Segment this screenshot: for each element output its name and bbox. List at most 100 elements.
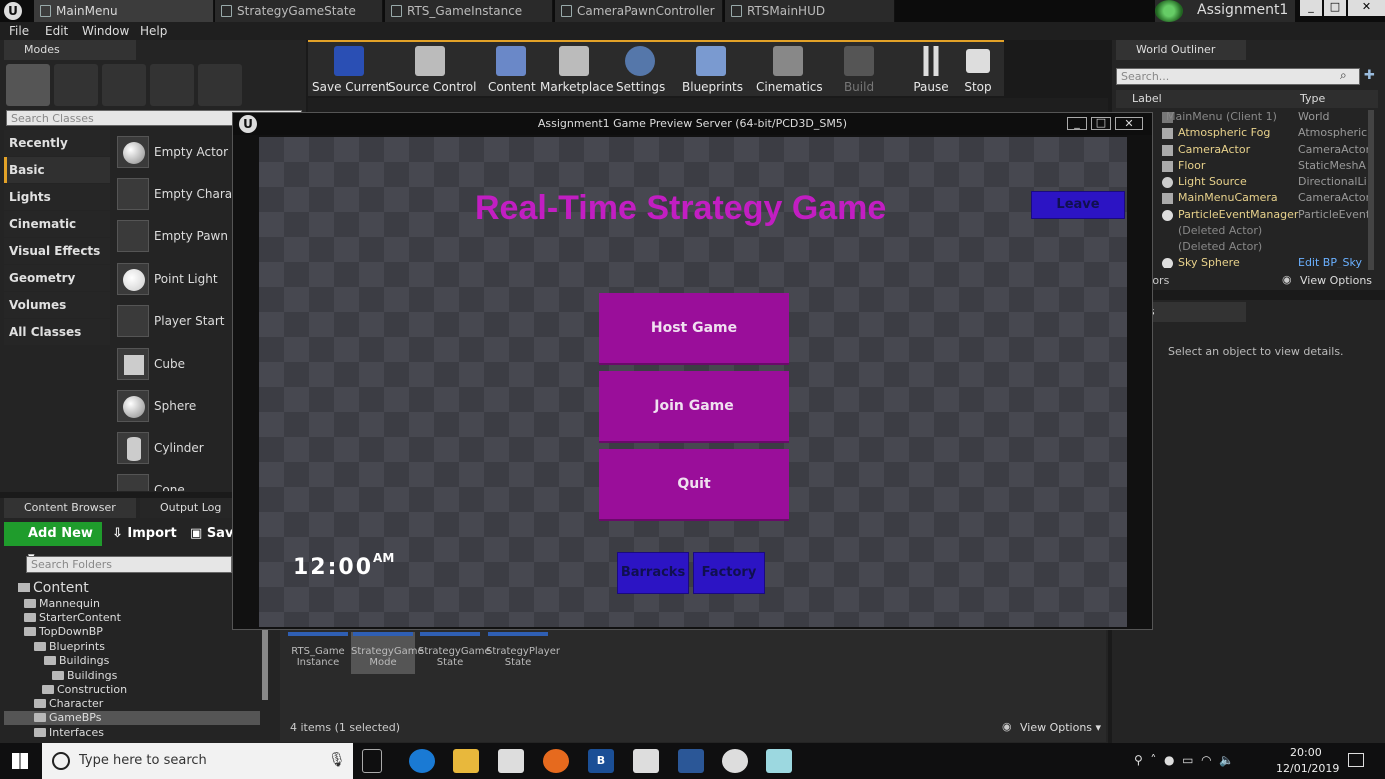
folder-item[interactable]: TopDownBP bbox=[24, 625, 103, 639]
quit-button[interactable]: Quit bbox=[599, 449, 789, 521]
place-item-sphere[interactable]: Sphere bbox=[114, 387, 232, 427]
place-item-cube[interactable]: Cube bbox=[114, 345, 232, 385]
taskbar-date[interactable]: 12/01/2019 bbox=[1276, 762, 1339, 775]
barracks-button[interactable]: Barracks bbox=[617, 552, 689, 594]
content-view-options[interactable]: View Options ▾ bbox=[1020, 721, 1101, 734]
join-game-button[interactable]: Join Game bbox=[599, 371, 789, 443]
foliage-mode-icon[interactable] bbox=[150, 64, 194, 106]
game-maximize-button[interactable]: □ bbox=[1091, 117, 1111, 130]
menu-help[interactable]: Help bbox=[140, 24, 167, 38]
save-current-button[interactable]: Save Current bbox=[312, 42, 390, 94]
menu-edit[interactable]: Edit bbox=[45, 24, 68, 38]
add-actor-icon[interactable]: ✚ bbox=[1364, 68, 1375, 83]
save-all-button[interactable]: ▣ Save bbox=[190, 526, 232, 541]
doc-tab-camerapawncontroller[interactable]: CameraPawnController bbox=[555, 0, 723, 22]
category-visual-effects[interactable]: Visual Effects bbox=[4, 238, 110, 264]
content-root[interactable]: Content bbox=[18, 580, 89, 596]
category-all-classes[interactable]: All Classes bbox=[4, 319, 110, 345]
category-recently-placed[interactable]: Recently Placed bbox=[4, 130, 110, 176]
tab-content-browser[interactable]: Content Browser bbox=[4, 498, 136, 518]
place-item-cone[interactable]: Cone bbox=[114, 471, 232, 491]
place-mode-icon[interactable] bbox=[6, 64, 50, 106]
doc-tab-strategygamestate[interactable]: StrategyGameState bbox=[215, 0, 383, 22]
edge-icon[interactable] bbox=[409, 749, 435, 773]
unreal-logo-icon[interactable]: U bbox=[4, 2, 22, 20]
folder-item[interactable]: StarterContent bbox=[24, 611, 121, 625]
asset-tile-selected[interactable]: StrategyGame Mode bbox=[351, 632, 424, 674]
store-icon[interactable] bbox=[498, 749, 524, 773]
unreal-taskbar-icon[interactable] bbox=[722, 749, 748, 773]
outliner-view-options[interactable]: View Options bbox=[1300, 274, 1372, 287]
tab-world-outliner[interactable]: World Outliner bbox=[1116, 40, 1246, 60]
folder-item[interactable]: Character bbox=[34, 697, 103, 711]
geometry-mode-icon[interactable] bbox=[198, 64, 242, 106]
category-geometry[interactable]: Geometry bbox=[4, 265, 110, 291]
category-cinematic[interactable]: Cinematic bbox=[4, 211, 110, 237]
settings-button[interactable]: Settings bbox=[616, 42, 665, 94]
folder-item[interactable]: Construction bbox=[42, 683, 127, 697]
folder-item[interactable]: Interfaces bbox=[34, 726, 104, 740]
outliner-row[interactable]: Sky Sphere Edit BP_Sky bbox=[1158, 256, 1368, 268]
folder-item[interactable]: Buildings bbox=[44, 654, 109, 668]
menu-file[interactable]: File bbox=[9, 24, 29, 38]
minimize-button[interactable]: _ bbox=[1300, 0, 1322, 16]
stop-button[interactable]: Stop bbox=[958, 42, 998, 94]
outliner-search-input[interactable]: Search... bbox=[1116, 68, 1360, 85]
marketplace-button[interactable]: Marketplace bbox=[540, 42, 614, 94]
game-viewport[interactable]: Real-Time Strategy Game Leave Host Game … bbox=[259, 137, 1127, 627]
maximize-button[interactable]: □ bbox=[1324, 0, 1346, 16]
add-new-button[interactable]: Add New ▾ bbox=[4, 522, 102, 565]
place-item-empty-character[interactable]: Empty Charact bbox=[114, 175, 243, 215]
outliner-row[interactable]: (Deleted Actor) bbox=[1158, 240, 1368, 256]
place-item-empty-actor[interactable]: Empty Actor bbox=[114, 133, 232, 173]
outliner-row[interactable]: Light Source DirectionalLi bbox=[1158, 175, 1368, 191]
outliner-row[interactable]: ParticleEventManager ParticleEvent bbox=[1158, 208, 1368, 224]
windows-start-icon[interactable] bbox=[12, 753, 28, 769]
game-window-title-bar[interactable]: U Assignment1 Game Preview Server (64-bi… bbox=[233, 113, 1152, 135]
close-button[interactable]: ✕ bbox=[1348, 0, 1385, 16]
game-close-button[interactable]: ✕ bbox=[1115, 117, 1143, 130]
firefox-icon[interactable] bbox=[543, 749, 569, 773]
outliner-row[interactable]: Atmospheric Fog AtmosphericF bbox=[1158, 126, 1368, 142]
outliner-row[interactable]: (Deleted Actor) bbox=[1158, 224, 1368, 240]
system-tray-icons[interactable]: ⚲ ˄ ● ▭ ◠ 🔈 bbox=[1134, 753, 1234, 767]
asset-tile[interactable]: StrategyPlayer State bbox=[486, 632, 560, 674]
word-icon[interactable] bbox=[678, 749, 704, 773]
b-app-icon[interactable]: B bbox=[588, 749, 614, 773]
host-game-button[interactable]: Host Game bbox=[599, 293, 789, 365]
outliner-scrollbar[interactable] bbox=[1368, 110, 1374, 270]
mail-icon[interactable] bbox=[633, 749, 659, 773]
folder-item[interactable]: Mannequin bbox=[24, 597, 100, 611]
category-volumes[interactable]: Volumes bbox=[4, 292, 110, 318]
cinematics-button[interactable]: Cinematics bbox=[756, 42, 823, 94]
tab-output-log[interactable]: Output Log bbox=[140, 498, 232, 518]
folder-scrollbar[interactable] bbox=[262, 626, 268, 700]
place-item-player-start[interactable]: Player Start bbox=[114, 302, 232, 342]
paint-mode-icon[interactable] bbox=[54, 64, 98, 106]
outliner-row[interactable]: CameraActor CameraActor bbox=[1158, 143, 1368, 159]
folder-item[interactable]: Blueprints bbox=[34, 640, 105, 654]
folder-item[interactable]: Buildings bbox=[52, 669, 117, 683]
import-button[interactable]: ⇩ Import bbox=[112, 526, 177, 541]
category-lights[interactable]: Lights bbox=[4, 184, 110, 210]
asset-tile[interactable]: StrategyGame State bbox=[418, 632, 491, 674]
outliner-row[interactable]: MainMenu (Client 1) World bbox=[1158, 110, 1368, 126]
game-minimize-button[interactable]: _ bbox=[1067, 117, 1087, 130]
taskbar-search-box[interactable]: Type here to search 🎙 bbox=[42, 743, 353, 779]
doc-tab-mainmenu[interactable]: MainMenu bbox=[34, 0, 214, 22]
place-item-empty-pawn[interactable]: Empty Pawn bbox=[114, 217, 232, 257]
task-view-icon[interactable] bbox=[362, 749, 382, 773]
factory-button[interactable]: Factory bbox=[693, 552, 765, 594]
search-folders-input[interactable]: Search Folders bbox=[26, 556, 232, 573]
pause-button[interactable]: Pause bbox=[910, 42, 952, 94]
tab-modes[interactable]: Modes bbox=[4, 40, 136, 60]
leave-button[interactable]: Leave bbox=[1031, 191, 1125, 219]
place-item-point-light[interactable]: Point Light bbox=[114, 260, 232, 300]
microphone-icon[interactable]: 🎙 bbox=[328, 752, 346, 768]
doc-tab-rtsmainhud[interactable]: RTSMainHUD bbox=[725, 0, 895, 22]
col-type[interactable]: Type bbox=[1300, 92, 1325, 105]
place-item-cylinder[interactable]: Cylinder bbox=[114, 429, 232, 469]
menu-window[interactable]: Window bbox=[82, 24, 129, 38]
notes-icon[interactable] bbox=[766, 749, 792, 773]
folder-item-selected[interactable]: GameBPs bbox=[4, 711, 260, 725]
